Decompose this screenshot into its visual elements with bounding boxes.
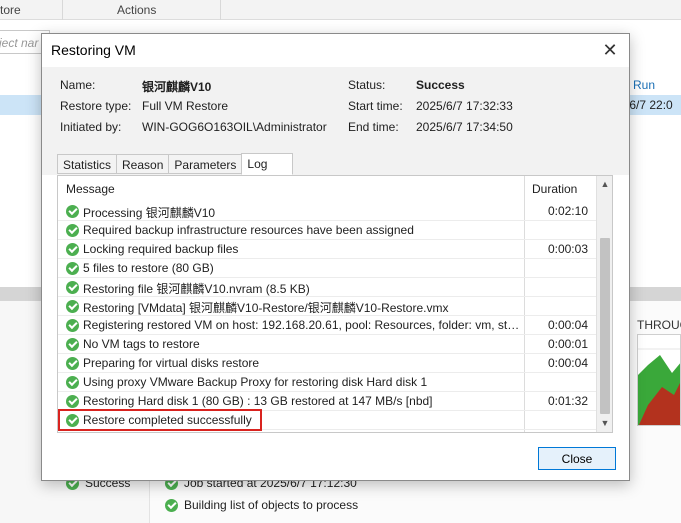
column-separator (62, 0, 63, 20)
vm-name-value: 银河麒麟V10 (142, 80, 212, 94)
column-header-restore[interactable]: tore (0, 3, 21, 17)
log-message: Restoring [VMdata] 银河麒麟V10-Restore/银河麒麟V… (83, 301, 449, 315)
log-message: Restore completed successfully (83, 413, 252, 427)
success-check-icon (66, 376, 79, 389)
log-row[interactable]: Using proxy VMware Backup Proxy for rest… (58, 373, 596, 392)
log-line-text: Building list of objects to process (184, 498, 359, 512)
tab-parameters[interactable]: Parameters (168, 154, 242, 174)
log-duration: 0:01:32 (547, 394, 588, 408)
success-check-icon (66, 281, 79, 294)
background-log-line: Building list of objects to process (165, 498, 358, 512)
initiated-by-label: Initiated by: (60, 120, 122, 134)
end-time-value: 2025/6/7 17:34:50 (416, 120, 513, 134)
dialog-tabs: Statistics Reason Parameters Log (57, 152, 294, 175)
log-message: Required backup infrastructure resources… (83, 223, 414, 237)
throughput-label: THROUG (637, 318, 681, 332)
start-time-label: Start time: (348, 99, 403, 113)
log-message: Registering restored VM on host: 192.168… (83, 318, 521, 332)
log-row[interactable]: Restore completed successfully (58, 411, 596, 430)
scroll-thumb[interactable] (600, 238, 610, 414)
log-vertical-scrollbar[interactable]: ▲ ▼ (596, 176, 612, 432)
log-message: Restoring Hard disk 1 (80 GB) : 13 GB re… (83, 394, 433, 408)
column-header-message[interactable]: Message (66, 182, 115, 196)
tab-log[interactable]: Log (241, 153, 294, 175)
success-check-icon (66, 395, 79, 408)
log-row[interactable]: Locking required backup files 0:00:03 (58, 240, 596, 259)
background-column-header: tore Actions (0, 0, 681, 20)
log-duration: 0:00:01 (547, 337, 588, 351)
log-message: No VM tags to restore (83, 337, 200, 351)
log-list-header: Message Duration (58, 176, 596, 200)
success-check-icon (66, 300, 79, 313)
throughput-chart-graphic (638, 348, 680, 425)
log-row[interactable]: Required backup infrastructure resources… (58, 221, 596, 240)
column-header-actions[interactable]: Actions (117, 3, 156, 17)
log-message: Preparing for virtual disks restore (83, 356, 260, 370)
log-message: Using proxy VMware Backup Proxy for rest… (83, 375, 428, 389)
initiated-by-value: WIN-GOG6O163OIL\Administrator (142, 120, 327, 134)
log-row[interactable]: Restoring Hard disk 1 (80 GB) : 13 GB re… (58, 392, 596, 411)
success-check-icon (66, 338, 79, 351)
start-time-value: 2025/6/7 17:32:33 (416, 99, 513, 113)
log-duration: 0:02:10 (547, 204, 588, 218)
search-placeholder: ject nar (0, 36, 39, 50)
log-list: Message Duration Processing 银河麒麟V10 0:02:… (57, 175, 613, 433)
status-value: Success (416, 78, 465, 92)
success-check-icon (66, 262, 79, 275)
log-row[interactable]: Registering restored VM on host: 192.168… (58, 316, 596, 335)
column-separator (220, 0, 221, 20)
success-check-icon (66, 205, 79, 218)
success-check-icon (66, 224, 79, 237)
log-message: 5 files to restore (80 GB) (83, 261, 214, 275)
log-row[interactable]: Restoring file 银河麒麟V10.nvram (8.5 KB) (58, 278, 596, 297)
log-message: Processing 银河麒麟V10 (83, 206, 216, 220)
log-duration: 0:00:04 (547, 318, 588, 332)
log-row[interactable]: Preparing for virtual disks restore 0:00:… (58, 354, 596, 373)
log-row[interactable]: No VM tags to restore 0:00:01 (58, 335, 596, 354)
success-check-icon (66, 357, 79, 370)
log-duration: 0:00:04 (547, 356, 588, 370)
name-label: Name: (60, 78, 96, 92)
success-check-icon (66, 414, 79, 427)
dialog-title: Restoring VM (51, 42, 136, 58)
last-run-value: /6/7 22:0 (626, 98, 673, 112)
log-message: Restoring file 银河麒麟V10.nvram (8.5 KB) (83, 282, 310, 296)
log-row[interactable]: Restoring [VMdata] 银河麒麟V10-Restore/银河麒麟V… (58, 297, 596, 316)
restoring-vm-dialog: Restoring VM ✕ Name: 银河麒麟V10 Restore typ… (41, 33, 630, 481)
log-message: Locking required backup files (83, 242, 239, 256)
throughput-chart (637, 334, 681, 426)
tab-statistics[interactable]: Statistics (57, 154, 117, 174)
background-selected-row[interactable] (0, 95, 42, 115)
tab-reason[interactable]: Reason (116, 154, 169, 174)
end-time-label: End time: (348, 120, 399, 134)
scroll-up-icon[interactable]: ▲ (597, 176, 612, 193)
close-icon[interactable]: ✕ (599, 39, 621, 61)
close-button[interactable]: Close (538, 447, 616, 470)
log-rows: Processing 银河麒麟V10 0:02:10 Required backu… (58, 202, 596, 430)
log-row[interactable]: Processing 银河麒麟V10 0:02:10 (58, 202, 596, 221)
column-header-duration[interactable]: Duration (532, 182, 577, 196)
scroll-down-icon[interactable]: ▼ (597, 415, 612, 432)
restore-type-label: Restore type: (60, 99, 132, 113)
success-check-icon (165, 498, 178, 512)
success-check-icon (66, 243, 79, 256)
log-duration: 0:00:03 (547, 242, 588, 256)
restore-type-value: Full VM Restore (142, 99, 229, 113)
last-run-column-header[interactable]: Run (633, 78, 655, 92)
log-row[interactable]: 5 files to restore (80 GB) (58, 259, 596, 278)
success-check-icon (66, 319, 79, 332)
status-label: Status: (348, 78, 386, 92)
